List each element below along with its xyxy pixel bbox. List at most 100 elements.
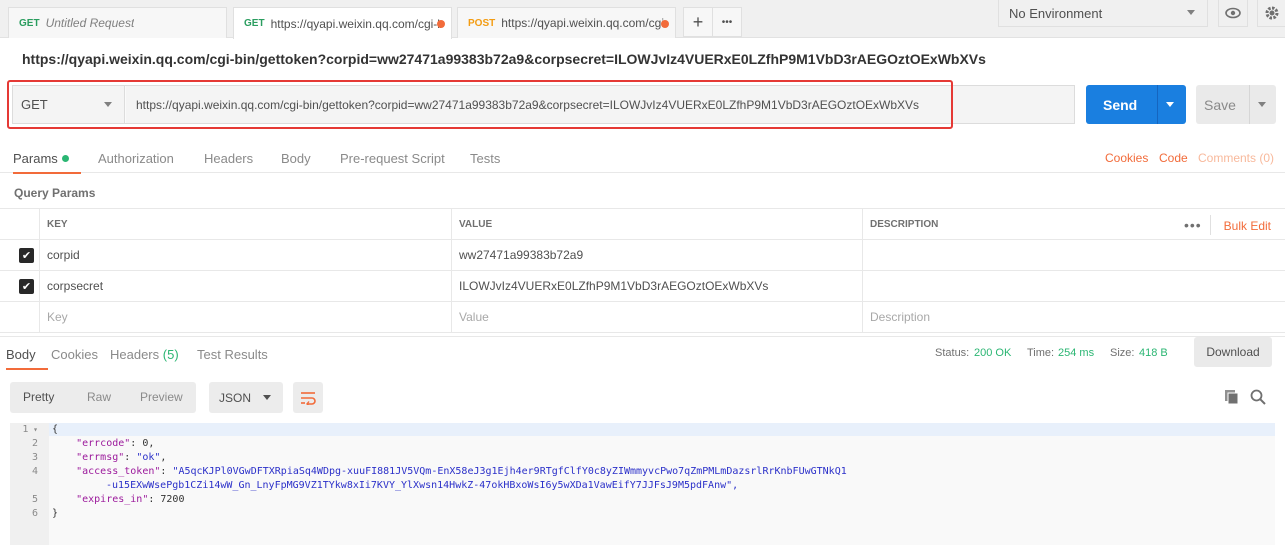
tab-headers[interactable]: Headers — [204, 151, 253, 166]
table-row: ✔ corpsecret ILOWJvIz4VUERxE0LZfhP9M1VbD… — [0, 271, 1285, 302]
tab-params-label: Params — [13, 151, 58, 166]
json-punct: , — [148, 438, 155, 449]
response-tabs: Body Cookies Headers (5) Test Results St… — [0, 336, 1285, 370]
tab-authorization[interactable]: Authorization — [98, 151, 174, 166]
tab-method: GET — [244, 18, 265, 29]
request-title: https://qyapi.weixin.qq.com/cgi-bin/gett… — [22, 51, 986, 67]
unsaved-dot-icon — [661, 20, 669, 28]
response-tab-test-results[interactable]: Test Results — [197, 347, 268, 362]
chevron-down-icon — [1187, 10, 1195, 15]
param-value[interactable]: ILOWJvIz4VUERxE0LZfhP9M1VbD3rAEGOztOExWb… — [451, 271, 862, 301]
code-line: "expires_in": 7200 — [76, 494, 185, 505]
plus-icon: + — [692, 11, 704, 32]
new-description-input[interactable]: Description — [862, 302, 1285, 332]
environment-select[interactable]: No Environment — [998, 0, 1208, 27]
json-key: "errmsg" — [76, 452, 125, 463]
more-icon[interactable]: ••• — [1184, 217, 1202, 233]
json-key: "expires_in" — [76, 494, 149, 505]
size-value[interactable]: 418 B — [1139, 347, 1168, 359]
divider — [1210, 215, 1211, 235]
more-icon: ••• — [721, 16, 733, 28]
line-number: 6 — [31, 508, 38, 519]
response-tab-cookies[interactable]: Cookies — [51, 347, 98, 362]
environment-label: No Environment — [1009, 5, 1103, 21]
table-header-row: KEY VALUE DESCRIPTION ••• Bulk Edit — [0, 208, 1285, 240]
line-number: 2 — [31, 438, 38, 449]
request-tab-gettoken[interactable]: GET https://qyapi.weixin.qq.com/cgi-bin/… — [233, 7, 452, 39]
environment-quick-look-button[interactable] — [1218, 0, 1248, 27]
line-number[interactable]: 1 — [10, 424, 38, 435]
response-tab-headers[interactable]: Headers (5) — [110, 347, 179, 362]
view-mode-group: Pretty Raw Preview — [10, 382, 196, 413]
tab-method: GET — [19, 17, 40, 29]
column-description: DESCRIPTION — [862, 209, 1285, 239]
response-body-viewer[interactable]: 1 { 2 "errcode": 0, 3 "errmsg": "ok", 4 … — [10, 423, 1275, 545]
new-key-input[interactable]: Key — [39, 302, 451, 332]
send-label: Send — [1103, 96, 1138, 113]
unsaved-dot-icon — [437, 20, 445, 28]
request-tabs: Params Authorization Headers Body Pre-re… — [0, 145, 1285, 174]
save-button[interactable]: Save — [1196, 85, 1276, 124]
new-tab-button[interactable]: + — [683, 7, 713, 37]
param-value[interactable]: ww27471a99383b72a9 — [451, 240, 862, 270]
format-label: JSON — [219, 390, 252, 405]
headers-count: (5) — [162, 347, 179, 362]
code-line-wrapped: -u15EXwWsePgb1CZi14wW_Gn_LnyFpMG9VZ1TYkw… — [106, 480, 739, 491]
wrap-icon — [301, 391, 316, 405]
chevron-down-icon[interactable] — [1258, 102, 1266, 107]
send-button[interactable]: Send — [1086, 85, 1186, 124]
param-description[interactable] — [862, 240, 1285, 270]
tab-title: https://qyapi.weixin.qq.com/cgi-bin/gett… — [270, 16, 441, 31]
status-badge[interactable]: 200 OK — [974, 347, 1011, 359]
status-dot-icon — [61, 155, 69, 162]
copy-icon[interactable] — [1224, 389, 1240, 405]
time-value[interactable]: 254 ms — [1058, 347, 1094, 359]
size-label: Size: — [1110, 347, 1135, 359]
table-row-new: Key Value Description — [0, 302, 1285, 333]
new-value-input[interactable]: Value — [451, 302, 862, 332]
divider — [1157, 85, 1158, 124]
status-label: Status: — [935, 347, 970, 359]
gear-icon — [1265, 6, 1279, 20]
param-description[interactable] — [862, 271, 1285, 301]
tab-tests[interactable]: Tests — [470, 151, 500, 166]
response-tab-headers-label: Headers — [110, 347, 160, 362]
code-line: "access_token": "A5qcKJPl0VGwDFTXRpiaSq4… — [76, 466, 847, 477]
bulk-edit-link[interactable]: Bulk Edit — [1224, 219, 1271, 233]
cookies-link[interactable]: Cookies — [1105, 151, 1148, 165]
code-link[interactable]: Code — [1159, 151, 1188, 165]
download-button[interactable]: Download — [1194, 337, 1272, 367]
code-line: { — [52, 424, 59, 435]
chevron-down-icon[interactable] — [1166, 102, 1174, 107]
response-tab-body[interactable]: Body — [6, 347, 48, 370]
search-icon[interactable] — [1250, 389, 1266, 405]
param-key[interactable]: corpsecret — [39, 271, 451, 301]
tab-params[interactable]: Params — [13, 151, 81, 174]
tab-body[interactable]: Body — [281, 151, 311, 166]
comments-link[interactable]: Comments (0) — [1198, 151, 1274, 165]
tab-pre-request-script[interactable]: Pre-request Script — [340, 151, 445, 166]
view-raw-button[interactable]: Raw — [87, 390, 111, 404]
json-value: "ok" — [136, 452, 161, 463]
annotation-highlight-box — [7, 80, 953, 129]
json-punct: , — [160, 452, 167, 463]
request-tab-untitled[interactable]: GET Untitled Request — [8, 7, 227, 38]
environment-settings-button[interactable] — [1257, 0, 1285, 27]
param-key[interactable]: corpid — [39, 240, 451, 270]
param-checkbox[interactable]: ✔ — [19, 248, 34, 263]
view-pretty-button[interactable]: Pretty — [23, 390, 54, 404]
tab-options-button[interactable]: ••• — [712, 7, 742, 37]
format-select[interactable]: JSON — [209, 382, 283, 413]
request-tab-post[interactable]: POST https://qyapi.weixin.qq.com/cgi-bin… — [457, 7, 676, 38]
tab-method: POST — [468, 17, 496, 29]
json-key: "access_token" — [76, 466, 161, 477]
code-line: } — [52, 508, 59, 519]
param-checkbox[interactable]: ✔ — [19, 279, 34, 294]
wrap-lines-button[interactable] — [293, 382, 323, 413]
column-value: VALUE — [451, 209, 862, 239]
eye-icon — [1225, 7, 1241, 19]
column-key: KEY — [39, 209, 451, 239]
json-key: "errcode" — [76, 438, 131, 449]
save-label: Save — [1204, 96, 1236, 113]
view-preview-button[interactable]: Preview — [140, 390, 183, 404]
